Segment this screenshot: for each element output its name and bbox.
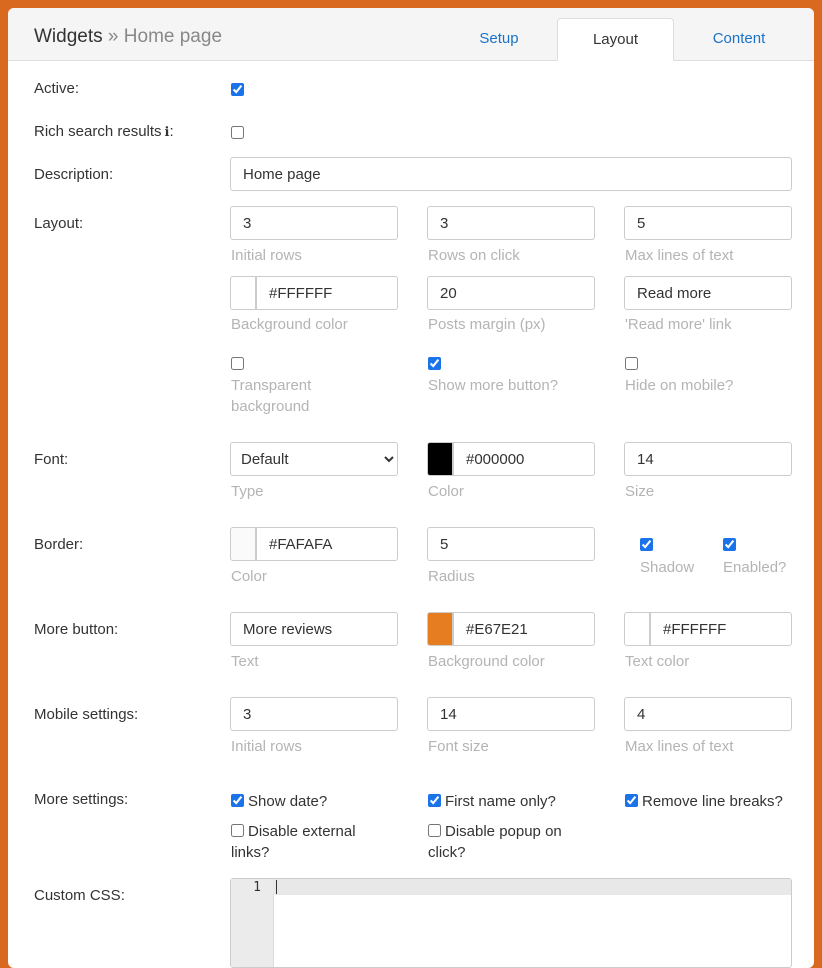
disable-popup-line1: Disable popup on — [445, 823, 562, 840]
background-color-help: Background color — [231, 316, 348, 333]
transparent-background-help: Transparent background — [231, 375, 311, 417]
disable-popup-line2: click? — [428, 844, 466, 861]
posts-margin-help: Posts margin (px) — [428, 316, 546, 333]
mobile-font-size-help: Font size — [428, 738, 489, 755]
background-color-input[interactable] — [256, 276, 398, 310]
border-label: Border: — [34, 536, 84, 553]
mobile-settings-label: Mobile settings: — [34, 706, 139, 723]
first-name-only-checkbox[interactable] — [428, 794, 441, 807]
show-date-checkbox[interactable] — [231, 794, 244, 807]
font-size-help: Size — [625, 483, 655, 500]
show-more-button-help: Show more button? — [428, 377, 559, 394]
more-button-text-input[interactable] — [230, 612, 398, 646]
hide-on-mobile-help: Hide on mobile? — [625, 377, 734, 394]
breadcrumb: Widgets » Home page — [34, 26, 222, 48]
border-radius-input[interactable] — [427, 527, 595, 561]
mobile-font-size-input[interactable] — [427, 697, 595, 731]
disable-popup-label[interactable]: Disable popup on click? — [428, 821, 562, 863]
border-shadow-checkbox[interactable] — [640, 538, 653, 551]
border-enabled-help: Enabled? — [723, 559, 787, 576]
hide-on-mobile-checkbox[interactable] — [625, 357, 638, 370]
panel-header: Widgets » Home page Setup Layout Content — [8, 8, 814, 61]
rich-results-label: Rich search results ℹ: — [34, 123, 174, 140]
border-enabled-checkbox[interactable] — [723, 538, 736, 551]
show-date-label[interactable]: Show date? — [248, 791, 327, 812]
custom-css-label: Custom CSS: — [34, 887, 125, 904]
editor-active-line — [273, 879, 791, 895]
font-type-help: Type — [231, 483, 264, 500]
editor-cursor — [276, 880, 277, 894]
breadcrumb-separator: » — [107, 26, 119, 47]
rows-on-click-help: Rows on click — [428, 247, 520, 264]
show-more-button-checkbox[interactable] — [428, 357, 441, 370]
more-button-text-help: Text — [231, 653, 259, 670]
breadcrumb-current: Home page — [123, 26, 223, 47]
initial-rows-input[interactable] — [230, 206, 398, 240]
more-button-text-color-help: Text color — [625, 653, 690, 670]
disable-links-line2: links? — [231, 844, 270, 861]
active-checkbox[interactable] — [231, 83, 244, 96]
first-name-only-label[interactable]: First name only? — [445, 791, 556, 812]
active-label: Active: — [34, 80, 80, 97]
font-type-select[interactable]: Default — [230, 442, 398, 476]
widget-settings-panel: Widgets » Home page Setup Layout Content… — [8, 8, 814, 968]
description-input[interactable] — [230, 157, 792, 191]
disable-external-links-label[interactable]: Disable external links? — [231, 821, 356, 863]
mobile-initial-rows-help: Initial rows — [231, 738, 302, 755]
font-size-input[interactable] — [624, 442, 792, 476]
more-button-text-color-swatch[interactable] — [624, 612, 650, 646]
rich-results-colon: : — [169, 123, 174, 140]
description-label: Description: — [34, 166, 114, 183]
remove-line-breaks-label[interactable]: Remove line breaks? — [642, 791, 783, 812]
layout-label: Layout: — [34, 215, 84, 232]
disable-links-line1: Disable external — [248, 823, 356, 840]
remove-line-breaks-checkbox[interactable] — [625, 794, 638, 807]
posts-margin-input[interactable] — [427, 276, 595, 310]
rich-results-checkbox[interactable] — [231, 126, 244, 139]
transparent-help-line1: Transparent — [231, 377, 312, 394]
mobile-max-lines-help: Max lines of text — [625, 738, 734, 755]
mobile-max-lines-input[interactable] — [624, 697, 792, 731]
transparent-background-checkbox[interactable] — [231, 357, 244, 370]
custom-css-editor[interactable]: 1 — [230, 878, 792, 968]
font-color-help: Color — [428, 483, 464, 500]
more-button-bg-help: Background color — [428, 653, 545, 670]
read-more-help: 'Read more' link — [625, 316, 732, 333]
more-settings-label: More settings: — [34, 791, 129, 808]
background-color-swatch[interactable] — [230, 276, 256, 310]
tab-setup[interactable]: Setup — [438, 18, 560, 61]
font-color-swatch[interactable] — [427, 442, 453, 476]
font-label: Font: — [34, 451, 69, 468]
more-button-bg-input[interactable] — [453, 612, 595, 646]
tab-content[interactable]: Content — [678, 18, 800, 61]
border-radius-help: Radius — [428, 568, 475, 585]
more-button-label: More button: — [34, 621, 119, 638]
font-color-input[interactable] — [453, 442, 595, 476]
border-shadow-help: Shadow — [640, 559, 695, 576]
initial-rows-help: Initial rows — [231, 247, 302, 264]
border-color-input[interactable] — [256, 527, 398, 561]
border-color-swatch[interactable] — [230, 527, 256, 561]
rich-results-text: Rich search results — [34, 123, 162, 140]
read-more-input[interactable] — [624, 276, 792, 310]
mobile-initial-rows-input[interactable] — [230, 697, 398, 731]
more-button-bg-swatch[interactable] — [427, 612, 453, 646]
editor-gutter: 1 — [231, 879, 274, 967]
max-lines-input[interactable] — [624, 206, 792, 240]
max-lines-help: Max lines of text — [625, 247, 734, 264]
breadcrumb-root[interactable]: Widgets — [34, 26, 103, 47]
border-color-help: Color — [231, 568, 267, 585]
rows-on-click-input[interactable] — [427, 206, 595, 240]
tab-layout[interactable]: Layout — [557, 18, 674, 61]
more-button-text-color-input[interactable] — [650, 612, 792, 646]
transparent-help-line2: background — [231, 398, 310, 415]
line-number: 1 — [253, 880, 261, 895]
